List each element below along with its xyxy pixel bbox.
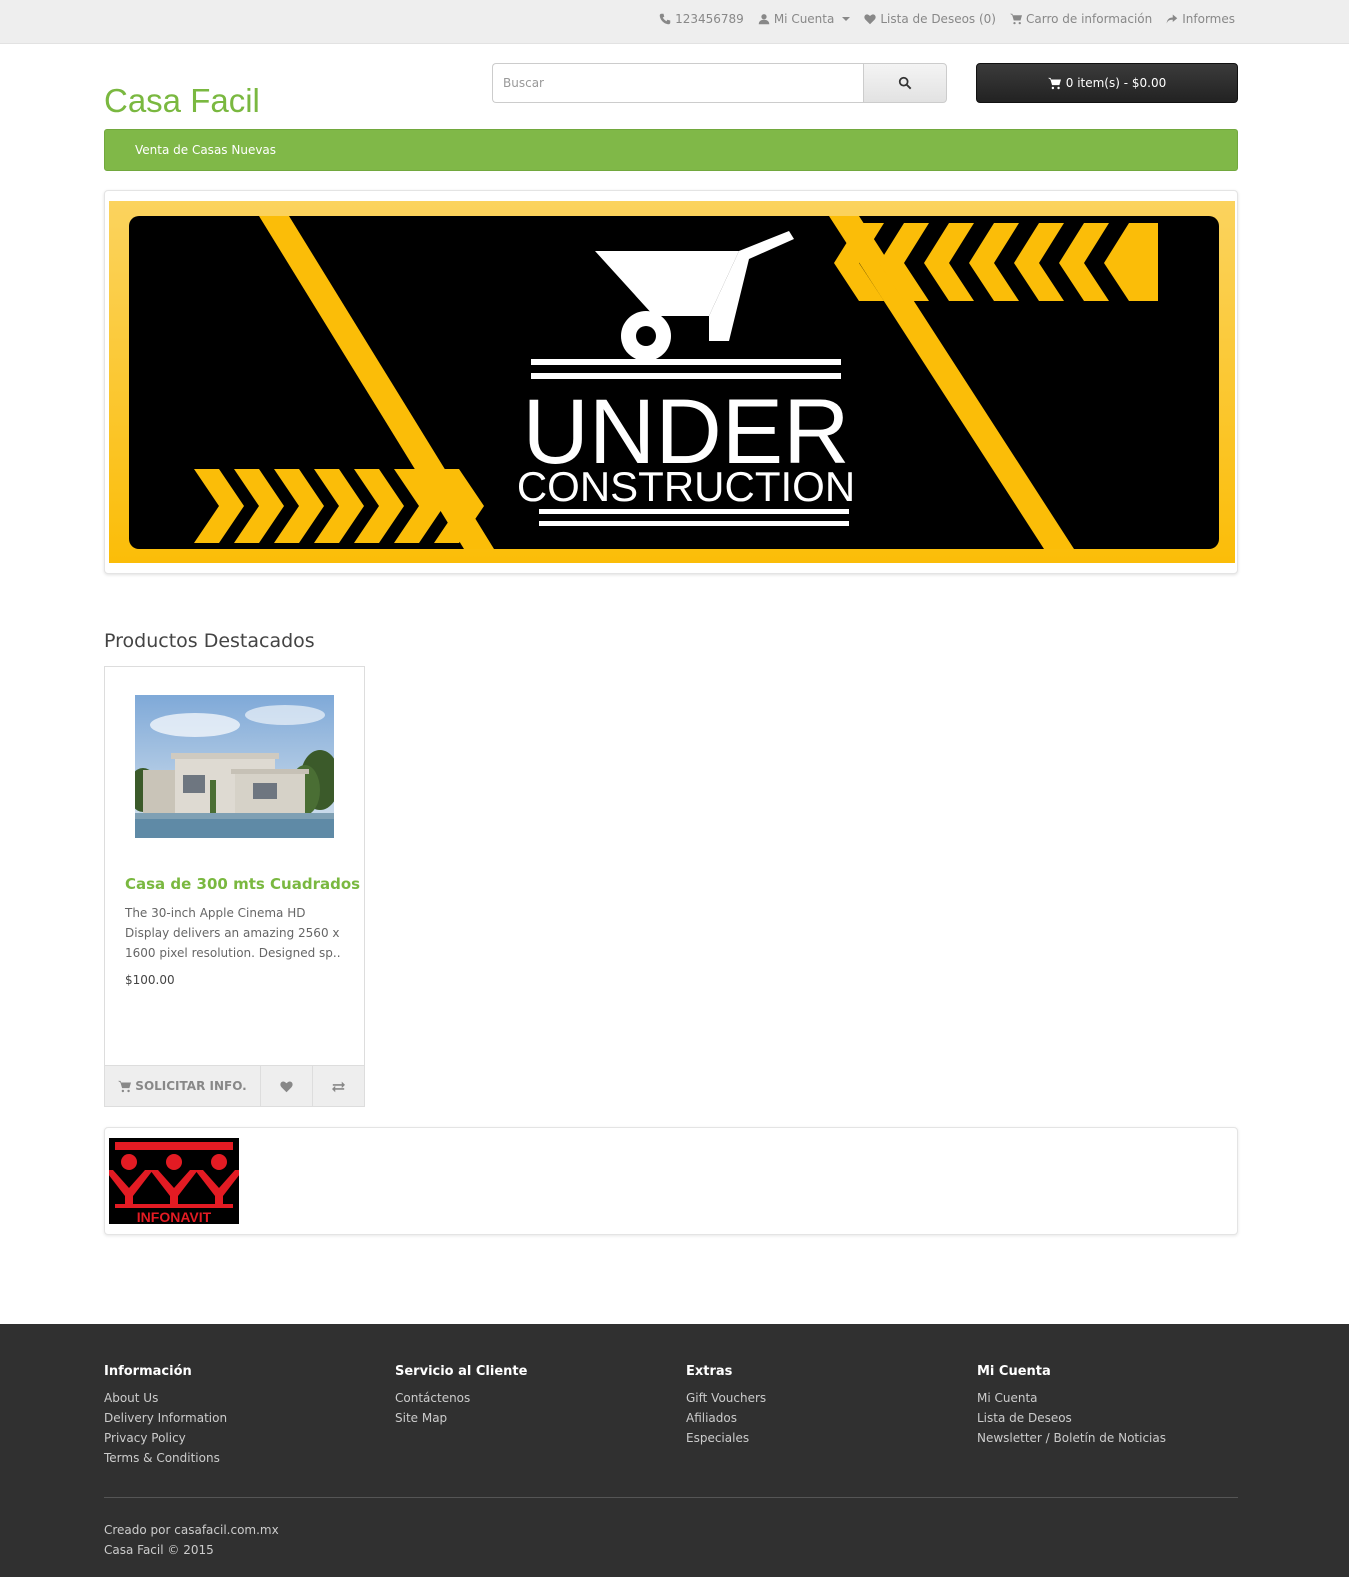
footer-col-servicio: Servicio al Cliente Contáctenos Site Map bbox=[395, 1364, 675, 1428]
main-menu: Venta de Casas Nuevas bbox=[104, 129, 1238, 171]
infonavit-logo[interactable]: INFONAVIT bbox=[109, 1138, 239, 1224]
footer-divider bbox=[104, 1497, 1238, 1498]
product-description: The 30-inch Apple Cinema HD Display deli… bbox=[125, 906, 341, 960]
search-icon bbox=[898, 76, 912, 90]
footer-link-vouchers[interactable]: Gift Vouchers bbox=[686, 1388, 966, 1408]
footer: Información About Us Delivery Informatio… bbox=[0, 1324, 1349, 1577]
cart-label: Carro de información bbox=[1025, 12, 1153, 26]
compare-button[interactable] bbox=[313, 1066, 364, 1106]
footer-col-mi-cuenta: Mi Cuenta Mi Cuenta Lista de Deseos News… bbox=[977, 1364, 1257, 1448]
footer-link-newsletter[interactable]: Newsletter / Boletín de Noticias bbox=[977, 1428, 1257, 1448]
add-to-wishlist-button[interactable] bbox=[261, 1066, 313, 1106]
footer-link-account[interactable]: Mi Cuenta bbox=[977, 1388, 1257, 1408]
footer-heading: Mi Cuenta bbox=[977, 1364, 1051, 1379]
footer-link-sitemap[interactable]: Site Map bbox=[395, 1408, 675, 1428]
checkout-link[interactable]: Informes bbox=[1166, 12, 1235, 26]
search-input[interactable] bbox=[492, 63, 863, 103]
search-bar bbox=[492, 63, 947, 103]
checkout-label: Informes bbox=[1182, 12, 1235, 26]
caret-down-icon bbox=[842, 17, 851, 21]
footer-credit: Creado por casafacil.com.mx Casa Facil ©… bbox=[104, 1520, 279, 1560]
wishlist-link[interactable]: Lista de Deseos (0) bbox=[864, 12, 996, 26]
product-image[interactable] bbox=[135, 695, 334, 838]
cart-summary: 0 item(s) - $0.00 bbox=[1065, 76, 1167, 90]
top-links: 123456789 Mi Cuenta Lista de Deseos (0) … bbox=[659, 12, 1235, 26]
cart-icon bbox=[1047, 77, 1061, 89]
heart-icon bbox=[864, 14, 876, 25]
cart-icon bbox=[118, 1080, 132, 1092]
top-bar: 123456789 Mi Cuenta Lista de Deseos (0) … bbox=[0, 0, 1349, 44]
credit-link[interactable]: casafacil.com.mx bbox=[174, 1523, 278, 1537]
menu-item-venta-de-casas[interactable]: Venta de Casas Nuevas bbox=[135, 143, 276, 157]
banner-line2: CONSTRUCTION bbox=[517, 463, 855, 510]
infonavit-wordmark: INFONAVIT bbox=[137, 1209, 212, 1224]
credit-prefix: Creado por bbox=[104, 1523, 175, 1537]
copyright: Casa Facil © 2015 bbox=[104, 1543, 214, 1557]
brand-carousel: INFONAVIT bbox=[104, 1127, 1238, 1235]
footer-link-specials[interactable]: Especiales bbox=[686, 1428, 966, 1448]
footer-col-extras: Extras Gift Vouchers Afiliados Especiale… bbox=[686, 1364, 966, 1448]
search-button[interactable] bbox=[863, 63, 947, 103]
product-price: $100.00 bbox=[125, 973, 175, 987]
cart-icon bbox=[1009, 13, 1022, 25]
account-dropdown[interactable]: Mi Cuenta bbox=[758, 12, 851, 26]
phone-icon bbox=[659, 13, 671, 25]
phone-link[interactable]: 123456789 bbox=[659, 12, 744, 26]
footer-heading: Extras bbox=[686, 1364, 733, 1379]
product-card: Casa de 300 mts Cuadrados The 30-inch Ap… bbox=[104, 666, 365, 1107]
footer-heading: Información bbox=[104, 1364, 192, 1379]
footer-link-wishlist[interactable]: Lista de Deseos bbox=[977, 1408, 1257, 1428]
footer-link-privacy[interactable]: Privacy Policy bbox=[104, 1428, 384, 1448]
footer-col-informacion: Información About Us Delivery Informatio… bbox=[104, 1364, 384, 1468]
slideshow-banner[interactable]: UNDER CONSTRUCTION bbox=[104, 190, 1238, 574]
request-info-label: SOLICITAR INFO. bbox=[135, 1079, 247, 1093]
phone-number: 123456789 bbox=[675, 12, 744, 26]
request-info-button[interactable]: SOLICITAR INFO. bbox=[105, 1066, 261, 1106]
heart-icon bbox=[280, 1080, 293, 1092]
footer-link-delivery[interactable]: Delivery Information bbox=[104, 1408, 384, 1428]
cart-button[interactable]: 0 item(s) - $0.00 bbox=[976, 63, 1238, 103]
cart-link[interactable]: Carro de información bbox=[1009, 12, 1153, 26]
user-icon bbox=[758, 14, 770, 25]
footer-heading: Servicio al Cliente bbox=[395, 1364, 528, 1379]
footer-link-about[interactable]: About Us bbox=[104, 1388, 384, 1408]
footer-link-terms[interactable]: Terms & Conditions bbox=[104, 1448, 384, 1468]
exchange-icon bbox=[332, 1081, 345, 1092]
site-logo[interactable]: Casa Facil bbox=[104, 82, 260, 120]
product-actions: SOLICITAR INFO. bbox=[105, 1065, 364, 1106]
product-name[interactable]: Casa de 300 mts Cuadrados bbox=[125, 875, 360, 893]
featured-title: Productos Destacados bbox=[104, 630, 315, 652]
share-icon bbox=[1166, 14, 1178, 24]
under-construction-image: UNDER CONSTRUCTION bbox=[109, 201, 1235, 563]
footer-link-contact[interactable]: Contáctenos bbox=[395, 1388, 675, 1408]
footer-link-affiliates[interactable]: Afiliados bbox=[686, 1408, 966, 1428]
account-label: Mi Cuenta bbox=[773, 12, 835, 26]
wishlist-label: Lista de Deseos (0) bbox=[880, 12, 996, 26]
